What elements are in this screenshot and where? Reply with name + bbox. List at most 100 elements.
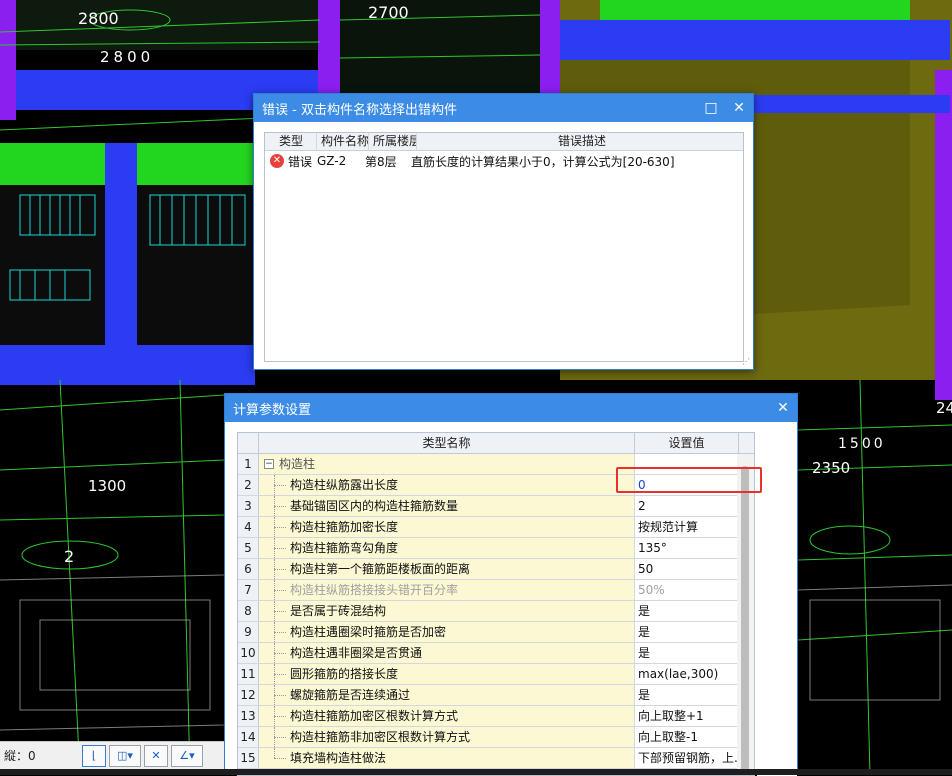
param-name-cell: 圆形箍筋的搭接长度 xyxy=(259,664,635,684)
param-row[interactable]: 6 构造柱第一个箍筋距楼板面的距离 50 xyxy=(238,559,754,580)
param-row[interactable]: 8 是否属于砖混结构是 xyxy=(238,601,754,622)
param-row[interactable]: 7 构造柱纵筋搭接接头错开百分率 50% xyxy=(238,580,754,601)
status-bar: 縦：0 ⌊ ◫▾ ✕ ∠▾ xyxy=(0,741,224,769)
param-name: 构造柱遇非圈梁是否贯通 xyxy=(290,646,423,660)
param-name: 构造柱箍筋弯勾角度 xyxy=(290,541,399,555)
calc-params-dialog: 计算参数设置 ✕ 类型名称 设置值 1 − 构造柱 2 构造柱纵筋露出长度 0 3 基础… xyxy=(224,393,798,776)
param-name: 构造柱纵筋露出长度 xyxy=(290,478,399,492)
param-name: 填充墙构造柱做法 xyxy=(290,751,387,765)
col-name[interactable]: 构件名称 xyxy=(317,133,369,150)
error-dialog-titlebar[interactable]: 错误 - 双击构件名称选择出错构件 □ ✕ xyxy=(254,94,753,122)
row-number: 13 xyxy=(238,706,259,726)
cad-dim-label: 2700 xyxy=(368,3,409,22)
cad-dim-label: 1300 xyxy=(88,477,126,495)
param-row[interactable]: 5 构造柱箍筋弯勾角度 135° xyxy=(238,538,754,559)
param-name: 构造柱第一个箍筋距楼板面的距离 xyxy=(290,562,471,576)
row-number: 10 xyxy=(238,643,259,663)
param-name: 构造柱箍筋非加密区根数计算方式 xyxy=(290,730,471,744)
param-row[interactable]: 11 圆形箍筋的搭接长度 max(lae,300) xyxy=(238,664,754,685)
cad-axis-number: 24 xyxy=(936,399,952,417)
param-name-cell: 构造柱箍筋非加密区根数计算方式 xyxy=(259,727,635,747)
error-dialog-title: 错误 - 双击构件名称选择出错构件 xyxy=(262,102,457,118)
snap-dropdown-icon[interactable]: ◫▾ xyxy=(109,744,141,767)
purple-column-far xyxy=(935,70,952,400)
error-row[interactable]: ✕ 错误 GZ-2 第8层 直筋长度的计算结果小于0，计算公式为[20-630] xyxy=(265,151,743,171)
param-row[interactable]: 9 构造柱遇圈梁时箍筋是否加密是 xyxy=(238,622,754,643)
row-number: 11 xyxy=(238,664,259,684)
ortho-icon[interactable]: ⌊ xyxy=(82,744,106,767)
close-icon[interactable]: ✕ xyxy=(769,394,797,422)
calc-params-title: 计算参数设置 xyxy=(233,402,312,418)
param-name: 圆形箍筋的搭接长度 xyxy=(290,667,399,681)
param-row[interactable]: 4 构造柱箍筋加密长度 按规范计算 xyxy=(238,517,754,538)
collapse-icon[interactable]: − xyxy=(264,459,274,469)
blue-beam-top xyxy=(560,20,950,60)
close-icon[interactable]: ✕ xyxy=(725,94,753,122)
group-name-cell: − 构造柱 xyxy=(259,454,635,474)
param-row[interactable]: 15 填充墙构造柱做法 下部预留钢筋，上... xyxy=(238,748,754,769)
param-name: 构造柱纵筋搭接接头错开百分率 xyxy=(290,583,459,597)
row-number: 1 xyxy=(238,454,259,474)
param-name-cell: 填充墙构造柱做法 xyxy=(259,748,635,768)
col-floor[interactable]: 所属楼层 xyxy=(369,133,417,150)
param-name-cell: 构造柱纵筋露出长度 xyxy=(259,475,635,495)
row-number: 4 xyxy=(238,517,259,537)
param-name: 螺旋箍筋是否连续通过 xyxy=(290,688,411,702)
error-component-name[interactable]: GZ-2 xyxy=(317,154,365,168)
vertical-scrollbar[interactable] xyxy=(737,454,754,775)
row-number: 9 xyxy=(238,622,259,642)
error-x-icon: ✕ xyxy=(270,154,284,168)
params-grid-header: 类型名称 设置值 xyxy=(238,433,754,454)
col-type-name[interactable]: 类型名称 xyxy=(259,433,635,453)
param-row[interactable]: 13 构造柱箍筋加密区根数计算方式 向上取整+1 xyxy=(238,706,754,727)
param-name-cell: 构造柱第一个箍筋距楼板面的距离 xyxy=(259,559,635,579)
param-row[interactable]: 3 基础锚固区内的构造柱箍筋数量 2 xyxy=(238,496,754,517)
error-list: 类型 构件名称 所属楼层 错误描述 ✕ 错误 GZ-2 第8层 直筋长度的计算结… xyxy=(264,132,744,362)
row-number: 3 xyxy=(238,496,259,516)
param-name: 构造柱遇圈梁时箍筋是否加密 xyxy=(290,625,447,639)
param-name-cell: 构造柱箍筋加密区根数计算方式 xyxy=(259,706,635,726)
row-number: 12 xyxy=(238,685,259,705)
error-description: 直筋长度的计算结果小于0，计算公式为[20-630] xyxy=(411,154,675,169)
param-name-cell: 构造柱纵筋搭接接头错开百分率 xyxy=(259,580,635,600)
blue-beam-lower xyxy=(0,345,255,385)
cad-axis-number: 2 xyxy=(64,547,74,566)
param-row[interactable]: 14 构造柱箍筋非加密区根数计算方式 向上取整-1 xyxy=(238,727,754,748)
cad-dim-label: 2800 xyxy=(100,48,154,66)
param-name-cell: 螺旋箍筋是否连续通过 xyxy=(259,685,635,705)
error-type: 错误 xyxy=(288,154,313,169)
maximize-icon[interactable]: □ xyxy=(697,94,725,122)
col-setting-value[interactable]: 设置值 xyxy=(635,433,739,453)
purple-column-left xyxy=(0,0,16,120)
col-type[interactable]: 类型 xyxy=(265,133,317,150)
row-number: 14 xyxy=(238,727,259,747)
param-name: 是否属于砖混结构 xyxy=(290,604,387,618)
param-row[interactable]: 12 螺旋箍筋是否连续通过是 xyxy=(238,685,754,706)
row-number: 2 xyxy=(238,475,259,495)
cross-icon[interactable]: ✕ xyxy=(144,744,168,767)
cad-dim-label: 1500 xyxy=(838,436,886,452)
cad-dim-label: 2350 xyxy=(812,459,850,477)
red-highlight-box xyxy=(616,467,762,493)
group-name: 构造柱 xyxy=(279,457,316,471)
calc-params-titlebar[interactable]: 计算参数设置 ✕ xyxy=(225,394,797,422)
col-desc[interactable]: 错误描述 xyxy=(417,133,743,150)
error-floor: 第8层 xyxy=(365,154,397,169)
row-number: 8 xyxy=(238,601,259,621)
col-row-num xyxy=(238,433,259,453)
angle-dropdown-icon[interactable]: ∠▾ xyxy=(171,744,203,767)
cad-dim-label: 2800 xyxy=(78,9,119,28)
status-text: 縦：0 xyxy=(4,749,36,763)
row-number: 15 xyxy=(238,748,259,768)
param-name: 构造柱箍筋加密区根数计算方式 xyxy=(290,709,459,723)
resize-grip-icon[interactable]: ⋰ xyxy=(742,358,750,366)
row-number: 5 xyxy=(238,538,259,558)
param-name: 构造柱箍筋加密长度 xyxy=(290,520,399,534)
error-list-header: 类型 构件名称 所属楼层 错误描述 xyxy=(265,133,743,151)
scrollbar-thumb[interactable] xyxy=(741,466,749,775)
param-row[interactable]: 10 构造柱遇非圈梁是否贯通是 xyxy=(238,643,754,664)
param-name-cell: 构造柱箍筋加密长度 xyxy=(259,517,635,537)
param-name-cell: 是否属于砖混结构 xyxy=(259,601,635,621)
param-name-cell: 基础锚固区内的构造柱箍筋数量 xyxy=(259,496,635,516)
param-name-cell: 构造柱箍筋弯勾角度 xyxy=(259,538,635,558)
